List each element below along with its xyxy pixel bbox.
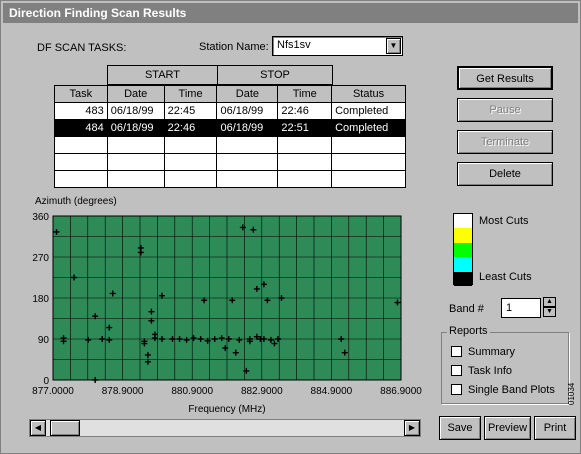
col-header-start-time[interactable]: Time	[163, 85, 218, 103]
chart-xlabel: Frequency (MHz)	[188, 404, 265, 415]
preview-button[interactable]: Preview	[484, 416, 531, 440]
station-name-value: Nfs1sv	[277, 39, 311, 51]
single-band-plots-checkbox[interactable]	[451, 384, 462, 395]
save-button[interactable]: Save	[439, 416, 481, 440]
legend-least-cuts: Least Cuts	[479, 271, 532, 283]
scroll-thumb[interactable]	[50, 420, 80, 436]
chevron-down-icon[interactable]: ▼	[543, 307, 556, 317]
x-tick-label: 882.9000	[241, 386, 283, 397]
legend-swatch	[454, 228, 472, 243]
y-tick-label: 270	[32, 253, 49, 264]
terminate-button[interactable]: Terminate	[457, 130, 553, 154]
table-row-empty[interactable]	[54, 153, 406, 171]
y-tick-label: 360	[32, 212, 49, 223]
figure-code: 01034	[567, 382, 576, 405]
y-tick-label: 180	[32, 294, 49, 305]
legend-most-cuts: Most Cuts	[479, 215, 529, 227]
col-header-stop-date[interactable]: Date	[216, 85, 279, 103]
legend-swatch	[454, 257, 472, 272]
start-group-header: START	[107, 65, 218, 85]
cell-start-time: 22:46	[163, 119, 218, 137]
legend-swatch	[454, 271, 472, 286]
legend-swatch	[454, 242, 472, 258]
table-row-selected[interactable]: 484 06/18/99 22:46 06/18/99 22:51 Comple…	[54, 119, 406, 137]
pause-button[interactable]: Pause	[457, 98, 553, 122]
station-name-select[interactable]: Nfs1sv ▼	[272, 36, 403, 56]
y-tick-label: 90	[38, 335, 50, 346]
cell-stop-date: 06/18/99	[216, 102, 279, 120]
band-stepper[interactable]: ▲ ▼	[543, 297, 556, 317]
cell-stop-date: 06/18/99	[216, 119, 279, 137]
azimuth-frequency-chart: 360270180900877.0000 878.9000 880.9000 882.…	[32, 212, 422, 415]
summary-label: Summary	[468, 346, 516, 358]
print-button[interactable]: Print	[534, 416, 576, 440]
window: Direction Finding Scan Results DF SCAN T…	[0, 0, 581, 454]
scroll-right-icon[interactable]: ▶	[404, 420, 420, 436]
horizontal-scrollbar[interactable]: ◀ ▶	[29, 419, 421, 437]
cell-task: 483	[54, 102, 108, 120]
cell-start-date: 06/18/99	[106, 102, 165, 120]
col-header-task[interactable]: Task	[54, 85, 108, 103]
station-name-label: Station Name:	[199, 41, 269, 53]
band-label: Band #	[449, 303, 484, 315]
col-header-start-date[interactable]: Date	[106, 85, 165, 103]
get-results-button[interactable]: Get Results	[457, 66, 553, 90]
x-tick-label: 878.9000	[102, 386, 144, 397]
col-header-status[interactable]: Status	[331, 85, 406, 103]
cell-start-time: 22:45	[163, 102, 218, 120]
chevron-down-icon[interactable]: ▼	[386, 38, 401, 54]
task-table: Task Date Time Date Time Status 483 06/1…	[54, 85, 406, 188]
summary-checkbox[interactable]	[451, 346, 462, 357]
table-row-empty[interactable]	[54, 136, 406, 154]
cell-stop-time: 22:51	[277, 119, 333, 137]
table-row[interactable]: 483 06/18/99 22:45 06/18/99 22:46 Comple…	[54, 102, 406, 120]
cell-start-date: 06/18/99	[106, 119, 165, 137]
legend-swatch	[454, 214, 472, 229]
col-header-stop-time[interactable]: Time	[277, 85, 333, 103]
x-tick-label: 880.9000	[171, 386, 213, 397]
single-band-plots-label: Single Band Plots	[468, 384, 555, 396]
window-title: Direction Finding Scan Results	[3, 3, 578, 23]
reports-title: Reports	[447, 325, 490, 337]
chevron-up-icon[interactable]: ▲	[543, 297, 556, 307]
cell-status: Completed	[331, 102, 406, 120]
delete-button[interactable]: Delete	[457, 162, 553, 186]
cell-status: Completed	[331, 119, 406, 137]
task-info-checkbox[interactable]	[451, 365, 462, 376]
table-row-empty[interactable]	[54, 170, 406, 188]
x-tick-label: 886.9000	[380, 386, 422, 397]
band-number-field[interactable]: 1	[501, 298, 541, 318]
scroll-left-icon[interactable]: ◀	[30, 420, 46, 436]
task-info-label: Task Info	[468, 365, 513, 377]
df-scan-tasks-label: DF SCAN TASKS:	[37, 42, 127, 54]
cell-task: 484	[54, 119, 108, 137]
chart-ylabel: Azimuth (degrees)	[35, 196, 117, 207]
cell-stop-time: 22:46	[277, 102, 333, 120]
cut-density-legend	[453, 213, 473, 286]
stop-group-header: STOP	[217, 65, 333, 85]
x-tick-label: 877.0000	[32, 386, 74, 397]
x-tick-label: 884.9000	[311, 386, 353, 397]
